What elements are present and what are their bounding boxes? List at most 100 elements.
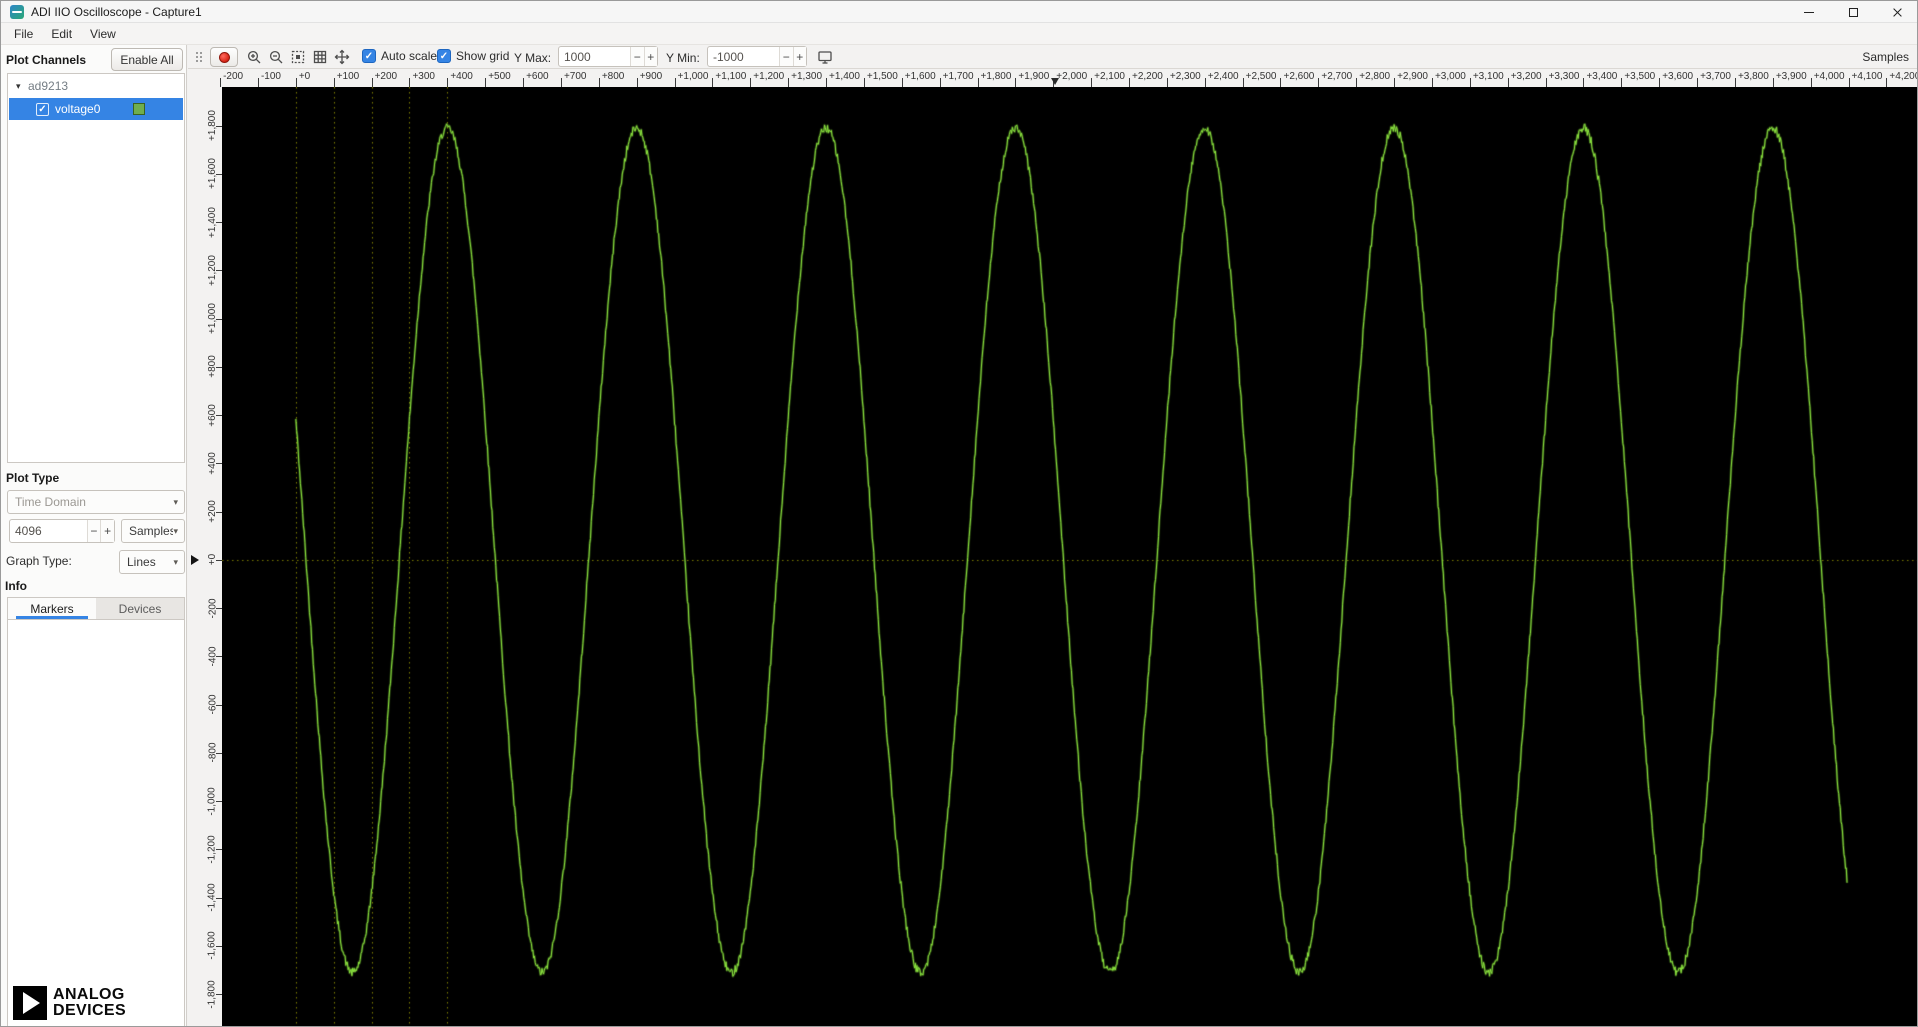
screenshot-button[interactable] (816, 49, 834, 65)
x-tick-label: +400 (450, 71, 473, 82)
x-tick-label: +2,900 (1397, 71, 1428, 82)
x-tick (636, 78, 638, 87)
y-tick-label: +1,000 (207, 303, 218, 335)
y-max-increment[interactable]: + (643, 47, 657, 66)
x-tick (1091, 78, 1093, 87)
x-tick (1848, 78, 1850, 87)
adi-logo-icon (13, 986, 47, 1020)
grid-button[interactable] (311, 49, 329, 65)
x-tick-label: +1,300 (791, 71, 823, 82)
toolbar-drag-handle[interactable] (195, 51, 203, 63)
close-icon (1892, 7, 1903, 18)
plot-type-select[interactable]: Time Domain ▾ (7, 490, 185, 514)
x-tick-label: +800 (601, 71, 625, 82)
x-tick-label: +3,800 (1737, 71, 1769, 82)
chevron-down-icon: ▾ (173, 556, 178, 567)
x-tick-label: +1,400 (829, 71, 860, 82)
channel-color-swatch[interactable] (133, 103, 145, 115)
expander-icon[interactable]: ▾ (16, 81, 28, 92)
x-tick-label: +2,400 (1207, 71, 1239, 82)
x-tick-label: +2,500 (1245, 71, 1277, 82)
minimize-icon (1804, 11, 1814, 13)
x-tick (1545, 78, 1547, 87)
maximize-button[interactable] (1831, 1, 1875, 23)
sample-unit-select[interactable]: Samples ▾ (121, 519, 185, 543)
y-min-input[interactable] (708, 47, 780, 66)
x-tick (371, 78, 373, 87)
tab-devices[interactable]: Devices (96, 598, 184, 619)
y-tick-label: +400 (207, 452, 218, 475)
sample-count-increment[interactable]: + (100, 520, 114, 542)
y-max-spin: − + (558, 46, 658, 67)
x-tick-label: +3,700 (1700, 71, 1731, 82)
x-tick (788, 78, 790, 87)
chevron-down-icon: ▾ (173, 525, 178, 536)
menu-file[interactable]: File (5, 25, 42, 43)
pan-button[interactable] (333, 49, 351, 65)
zoom-out-icon (269, 50, 283, 64)
tab-markers[interactable]: Markers (8, 598, 96, 619)
y-tick-label: -200 (207, 598, 219, 619)
x-tick-label: +1,000 (677, 71, 709, 82)
enable-all-button[interactable]: Enable All (111, 48, 183, 71)
x-tick-label: +1,600 (904, 71, 936, 82)
x-tick-label: +2,300 (1169, 71, 1201, 82)
y-tick-label: -1,800 (207, 980, 219, 1009)
x-tick (1166, 78, 1168, 87)
sample-count-input[interactable] (10, 520, 87, 542)
x-tick-label: +2,700 (1321, 71, 1353, 82)
x-ruler[interactable]: -200 -100 +0 +100 +200 +300 +400 +500 +600 +700 +8… (203, 69, 1917, 87)
tree-channel-row[interactable]: ✓ voltage0 (9, 98, 183, 120)
info-content (7, 619, 185, 1026)
logo-line2: DEVICES (53, 1002, 127, 1019)
zoom-in-button[interactable] (245, 49, 263, 65)
y-tick-label: +1,800 (207, 110, 218, 142)
x-tick (1129, 78, 1130, 87)
x-tick-label: +600 (526, 71, 549, 82)
maximize-icon (1848, 7, 1858, 17)
checkbox-checked-icon: ✓ (437, 49, 451, 63)
x-tick-label: +3,300 (1548, 71, 1580, 82)
x-tick-label: +2,000 (1056, 71, 1088, 82)
menu-view[interactable]: View (81, 25, 125, 43)
x-tick-label: +1,900 (1018, 71, 1050, 82)
x-tick-label: +4,100 (1851, 71, 1883, 82)
x-tick (939, 78, 941, 87)
tree-device-row[interactable]: ▾ ad9213 (8, 76, 184, 96)
checkbox-checked-icon: ✓ (362, 49, 376, 63)
plot-area[interactable] (222, 87, 1917, 1026)
x-tick (1886, 78, 1888, 87)
x-tick-label: +3,400 (1586, 71, 1618, 82)
sample-count-decrement[interactable]: − (86, 520, 101, 542)
close-button[interactable] (1875, 1, 1917, 23)
y-min-decrement[interactable]: − (779, 47, 793, 66)
x-tick (598, 78, 600, 87)
y-min-increment[interactable]: + (792, 47, 806, 66)
y-zero-marker-arrow (191, 554, 199, 565)
y-ruler[interactable]: +1,800 +1,600 +1,400 +1,200 +1,000 +800 +600 +4… (203, 87, 222, 1026)
x-tick (560, 78, 562, 87)
x-tick-label: +3,500 (1624, 71, 1656, 82)
show-grid-checkbox[interactable]: ✓ Show grid (437, 49, 509, 63)
y-tick-label: -400 (207, 646, 219, 667)
zoom-fit-button[interactable] (289, 49, 307, 65)
y-max-input[interactable] (559, 47, 631, 66)
auto-scale-label: Auto scale (381, 49, 438, 63)
graph-type-select[interactable]: Lines ▾ (119, 550, 185, 574)
info-tabbar: Markers Devices (7, 597, 185, 619)
logo-line1: ANALOG (53, 986, 125, 1003)
record-icon (218, 51, 230, 63)
x-tick-label: +500 (488, 71, 511, 82)
capture-button[interactable] (210, 47, 238, 67)
grid-icon (313, 50, 327, 64)
channel-checkbox[interactable]: ✓ (36, 102, 49, 116)
x-tick (750, 78, 752, 87)
auto-scale-checkbox[interactable]: ✓ Auto scale (362, 49, 437, 63)
menu-edit[interactable]: Edit (42, 25, 81, 43)
sample-unit-value: Samples (129, 524, 174, 538)
zoom-out-button[interactable] (267, 49, 285, 65)
minimize-button[interactable] (1787, 1, 1831, 23)
x-tick (1204, 78, 1206, 87)
waveform-canvas[interactable] (222, 87, 1917, 1026)
y-max-decrement[interactable]: − (630, 47, 644, 66)
